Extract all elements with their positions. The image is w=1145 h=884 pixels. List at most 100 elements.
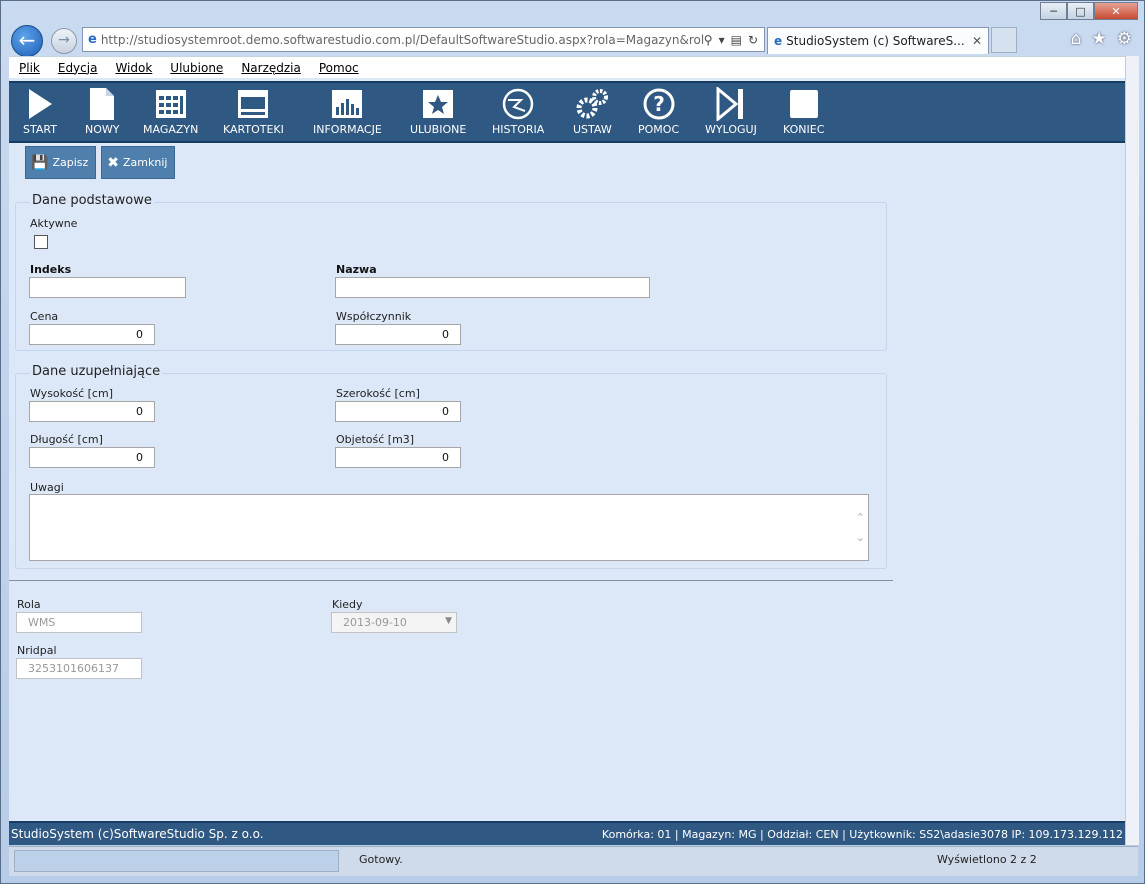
forward-button[interactable]: → xyxy=(51,28,77,54)
toolbar-label: KARTOTEKI xyxy=(223,123,284,136)
extra-data-section: Dane uzupełniające Wysokość [cm] 0 Szero… xyxy=(15,364,887,569)
when-date-value: 2013-09-10 xyxy=(343,616,407,629)
home-icon[interactable]: ⌂ xyxy=(1071,29,1082,49)
app-toolbar: START NOWY MAGAZYN KARTOTEKI INFORMACJE … xyxy=(9,81,1125,143)
price-label: Cena xyxy=(30,310,59,323)
volume-input[interactable]: 0 xyxy=(335,447,461,468)
page-scrollbar[interactable] xyxy=(1125,56,1139,845)
status-count: Wyświetlono 2 z 2 xyxy=(937,853,1037,866)
warehouse-grid-icon xyxy=(155,87,187,121)
toolbar-label: INFORMACJE xyxy=(313,123,382,136)
toolbar-wyloguj[interactable]: WYLOGUJ xyxy=(705,87,757,136)
new-tab-button[interactable] xyxy=(991,27,1017,53)
width-input[interactable]: 0 xyxy=(335,401,461,422)
menu-plik[interactable]: Plik xyxy=(19,61,40,75)
favorites-star-icon[interactable]: ★ xyxy=(1092,29,1107,49)
scroll-up-icon[interactable]: ⌃ xyxy=(856,511,865,524)
menu-pomoc[interactable]: Pomoc xyxy=(319,61,359,75)
index-label: Indeks xyxy=(30,263,72,276)
back-button[interactable]: ← xyxy=(11,25,43,57)
toolbar-label: HISTORIA xyxy=(492,123,545,136)
close-window-button[interactable]: ✕ xyxy=(1094,2,1138,20)
menu-bar: Plik Edycja Widok Ulubione Narzędzia Pom… xyxy=(9,56,1125,78)
address-url[interactable]: http://studiosystemroot.demo.softwarestu… xyxy=(101,33,704,47)
save-button[interactable]: 💾 Zapisz xyxy=(25,146,97,179)
toolbar-label: START xyxy=(23,123,57,136)
notes-label: Uwagi xyxy=(30,481,64,494)
close-button-label: Zamknij xyxy=(123,156,168,169)
toolbar-informacje[interactable]: INFORMACJE xyxy=(313,87,382,136)
toolbar-label: KONIEC xyxy=(783,123,825,136)
toolbar-label: POMOC xyxy=(638,123,680,136)
basic-data-section: Dane podstawowe Aktywne Indeks Nazwa Cen… xyxy=(15,193,887,351)
length-label: Długość [cm] xyxy=(30,433,103,446)
factor-label: Współczynnik xyxy=(336,310,412,323)
scroll-down-icon[interactable]: ⌄ xyxy=(856,531,865,544)
role-label: Rola xyxy=(17,598,41,611)
maximize-button[interactable]: □ xyxy=(1067,2,1094,20)
toolbar-historia[interactable]: HISTORIA xyxy=(492,87,544,136)
compat-view-icon[interactable]: ▤ xyxy=(731,33,742,47)
dropdown-icon[interactable]: ▾ xyxy=(719,33,725,47)
logout-icon xyxy=(716,87,746,121)
factor-input[interactable]: 0 xyxy=(335,324,461,345)
ie-page-icon: e xyxy=(88,32,97,47)
settings-gear-icon[interactable]: ⚙ xyxy=(1117,29,1132,49)
toolbar-pomoc[interactable]: ? POMOC xyxy=(638,87,679,136)
toolbar-nowy[interactable]: NOWY xyxy=(85,87,119,136)
toolbar-magazyn[interactable]: MAGAZYN xyxy=(143,87,198,136)
toolbar-ulubione[interactable]: ULUBIONE xyxy=(410,87,466,136)
status-text: Gotowy. xyxy=(359,853,403,866)
help-icon: ? xyxy=(642,87,676,121)
address-tools: ⚲ ▾ ▤ ↻ xyxy=(704,33,758,47)
minimize-button[interactable]: ─ xyxy=(1040,2,1067,20)
footer-session-info: Komórka: 01 | Magazyn: MG | Oddział: CEN… xyxy=(601,827,1123,841)
toolbar-label: WYLOGUJ xyxy=(705,123,757,136)
name-input[interactable] xyxy=(335,277,650,298)
close-form-button[interactable]: ✖ Zamknij xyxy=(101,146,176,179)
chevron-down-icon: ▼ xyxy=(445,616,452,626)
length-input[interactable]: 0 xyxy=(29,447,155,468)
window-controls: ─ □ ✕ xyxy=(1040,2,1138,20)
volume-label: Objetość [m3] xyxy=(336,433,415,446)
active-checkbox[interactable] xyxy=(34,235,48,249)
when-label: Kiedy xyxy=(332,598,363,611)
browser-status-bar: Gotowy. Wyświetlono 2 z 2 xyxy=(9,846,1138,876)
nridpal-readonly-field: 3253101606137 xyxy=(16,658,142,679)
notes-textarea[interactable]: ⌃ ⌄ xyxy=(29,494,869,561)
menu-widok[interactable]: Widok xyxy=(115,61,152,75)
price-input[interactable]: 0 xyxy=(29,324,155,345)
role-readonly-field: WMS xyxy=(16,612,142,633)
toolbar-kartoteki[interactable]: KARTOTEKI xyxy=(223,87,284,136)
toolbar-start[interactable]: START xyxy=(23,87,57,136)
tab-close-icon[interactable]: ✕ xyxy=(972,34,982,48)
browser-tab[interactable]: e StudioSystem (c) SoftwareS... ✕ xyxy=(767,27,989,54)
document-icon xyxy=(89,87,115,121)
when-date-select[interactable]: 2013-09-10 ▼ xyxy=(331,612,457,633)
address-bar[interactable]: e http://studiosystemroot.demo.softwares… xyxy=(82,27,765,52)
navigation-bar: ← → e http://studiosystemroot.demo.softw… xyxy=(9,25,1136,57)
page-content: START NOWY MAGAZYN KARTOTEKI INFORMACJE … xyxy=(9,78,1125,845)
index-input[interactable] xyxy=(29,277,186,298)
height-input[interactable]: 0 xyxy=(29,401,155,422)
menu-ulubione[interactable]: Ulubione xyxy=(170,61,223,75)
star-icon xyxy=(422,87,454,121)
stop-icon xyxy=(789,87,819,121)
toolbar-label: NOWY xyxy=(85,123,120,136)
toolbar-ustaw[interactable]: USTAW xyxy=(573,87,612,136)
search-icon[interactable]: ⚲ xyxy=(704,33,713,47)
menu-narzedzia[interactable]: Narzędzia xyxy=(241,61,301,75)
toolbar-label: USTAW xyxy=(573,123,612,136)
app-footer: StudioSystem (c)SoftwareStudio Sp. z o.o… xyxy=(9,821,1125,845)
section-legend: Dane podstawowe xyxy=(30,193,154,208)
toolbar-koniec[interactable]: KONIEC xyxy=(783,87,824,136)
history-icon xyxy=(501,87,535,121)
cards-icon xyxy=(237,87,269,121)
divider xyxy=(9,580,893,581)
tab-title: StudioSystem (c) SoftwareS... xyxy=(786,34,965,48)
footer-copyright: StudioSystem (c)SoftwareStudio Sp. z o.o… xyxy=(11,827,264,841)
refresh-icon[interactable]: ↻ xyxy=(748,33,758,47)
tab-ie-icon: e xyxy=(774,34,783,48)
menu-edycja[interactable]: Edycja xyxy=(58,61,98,75)
browser-window: ─ □ ✕ ← → e http://studiosystemroot.demo… xyxy=(0,0,1145,884)
